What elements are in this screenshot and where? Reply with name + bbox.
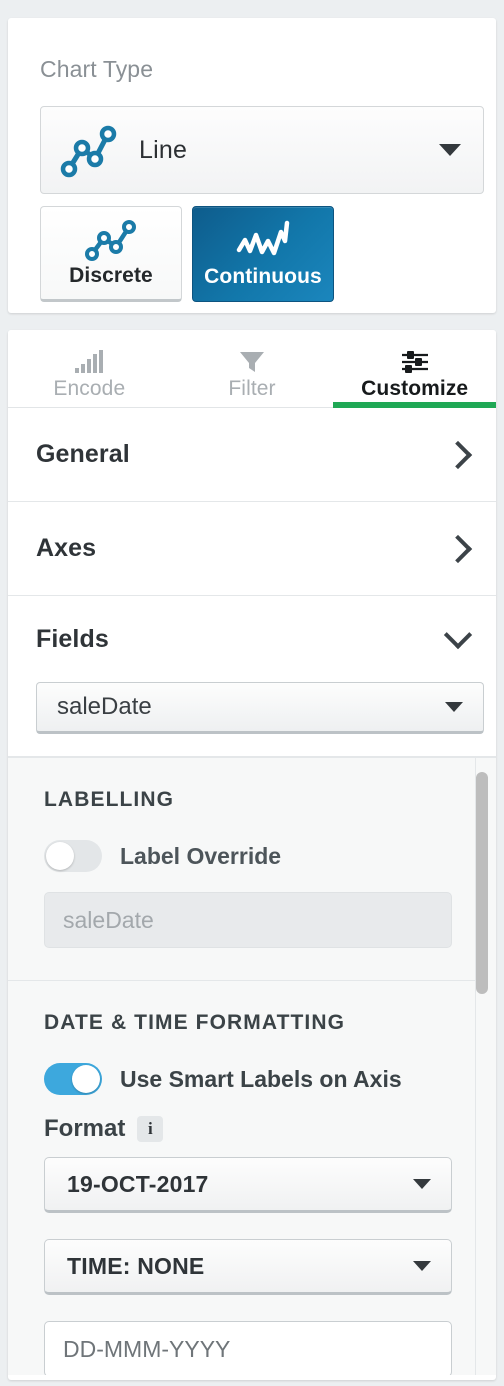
labelling-section: LABELLING Label Override: [8, 758, 475, 981]
label-override-label: Label Override: [120, 842, 282, 869]
section-general[interactable]: General: [8, 408, 496, 502]
section-general-label: General: [36, 440, 130, 468]
label-override-input[interactable]: [44, 892, 452, 948]
smart-labels-label: Use Smart Labels on Axis: [120, 1065, 402, 1092]
smart-labels-row: Use Smart Labels on Axis: [44, 1063, 439, 1095]
chart-type-card: Chart Type Line Discrete Continuous: [8, 18, 496, 313]
format-label-row: Format i: [44, 1115, 439, 1143]
sliders-icon: [400, 348, 430, 374]
toggle-knob: [72, 1065, 100, 1093]
continuous-mode-button[interactable]: Continuous: [192, 206, 334, 302]
continuous-line-icon: [232, 219, 294, 263]
date-format-dropdown[interactable]: 19-OCT-2017: [44, 1157, 452, 1213]
tab-customize[interactable]: Customize: [333, 330, 496, 408]
format-label: Format: [44, 1115, 126, 1142]
chart-type-title: Chart Type: [40, 56, 154, 82]
date-time-formatting-heading: DATE & TIME FORMATTING: [44, 1011, 346, 1034]
bar-chart-icon: [74, 348, 104, 374]
funnel-icon: [239, 348, 265, 374]
customize-panel-root: Chart Type Line Discrete Continuous Enco…: [0, 0, 504, 1386]
tab-filter[interactable]: Filter: [171, 330, 334, 407]
tab-customize-label: Customize: [361, 377, 469, 400]
chevron-down-icon: [443, 620, 473, 650]
customize-panel: Encode Filter Customize General Axes Fie…: [8, 330, 496, 1380]
toggle-knob: [46, 842, 74, 870]
discrete-line-icon: [82, 218, 140, 262]
chevron-down-icon: [413, 1179, 431, 1189]
time-format-value: TIME: NONE: [67, 1252, 205, 1279]
date-time-formatting-section: DATE & TIME FORMATTING Use Smart Labels …: [8, 981, 475, 1375]
smart-labels-toggle[interactable]: [44, 1063, 102, 1095]
chevron-down-icon: [439, 144, 461, 156]
chart-mode-group: Discrete Continuous: [40, 206, 334, 302]
continuous-mode-label: Continuous: [204, 265, 322, 288]
date-format-value: 19-OCT-2017: [67, 1170, 209, 1197]
discrete-mode-button[interactable]: Discrete: [40, 206, 182, 302]
chart-type-dropdown[interactable]: Line: [40, 106, 484, 194]
custom-format-input[interactable]: [44, 1321, 452, 1375]
section-fields-label: Fields: [36, 624, 109, 653]
chevron-right-icon: [443, 440, 473, 469]
label-override-toggle[interactable]: [44, 840, 102, 872]
field-selector-dropdown[interactable]: saleDate: [36, 682, 484, 734]
chevron-right-icon: [443, 534, 473, 563]
field-select-container: saleDate: [8, 682, 496, 757]
fields-scrollbar-thumb[interactable]: [476, 772, 488, 994]
fields-scroll-content: LABELLING Label Override DATE & TIME FOR…: [8, 758, 476, 1375]
tab-encode[interactable]: Encode: [8, 330, 171, 407]
section-axes-label: Axes: [36, 534, 97, 562]
tab-encode-label: Encode: [53, 377, 126, 400]
info-icon[interactable]: i: [137, 1116, 164, 1142]
discrete-mode-label: Discrete: [69, 264, 153, 287]
section-fields[interactable]: Fields: [8, 596, 496, 682]
tab-filter-label: Filter: [228, 377, 276, 400]
chevron-down-icon: [445, 702, 463, 712]
label-override-row: Label Override: [44, 840, 439, 872]
chevron-down-icon: [413, 1261, 431, 1271]
fields-scrollbar-track[interactable]: [476, 766, 488, 1367]
panel-tabs: Encode Filter Customize: [8, 330, 496, 408]
labelling-heading: LABELLING: [44, 788, 175, 811]
time-format-dropdown[interactable]: TIME: NONE: [44, 1239, 452, 1295]
line-chart-icon: [53, 121, 125, 179]
fields-scroll-area: LABELLING Label Override DATE & TIME FOR…: [8, 757, 496, 1375]
chart-type-value: Line: [139, 135, 188, 164]
section-axes[interactable]: Axes: [8, 502, 496, 596]
field-selector-value: saleDate: [57, 693, 152, 720]
